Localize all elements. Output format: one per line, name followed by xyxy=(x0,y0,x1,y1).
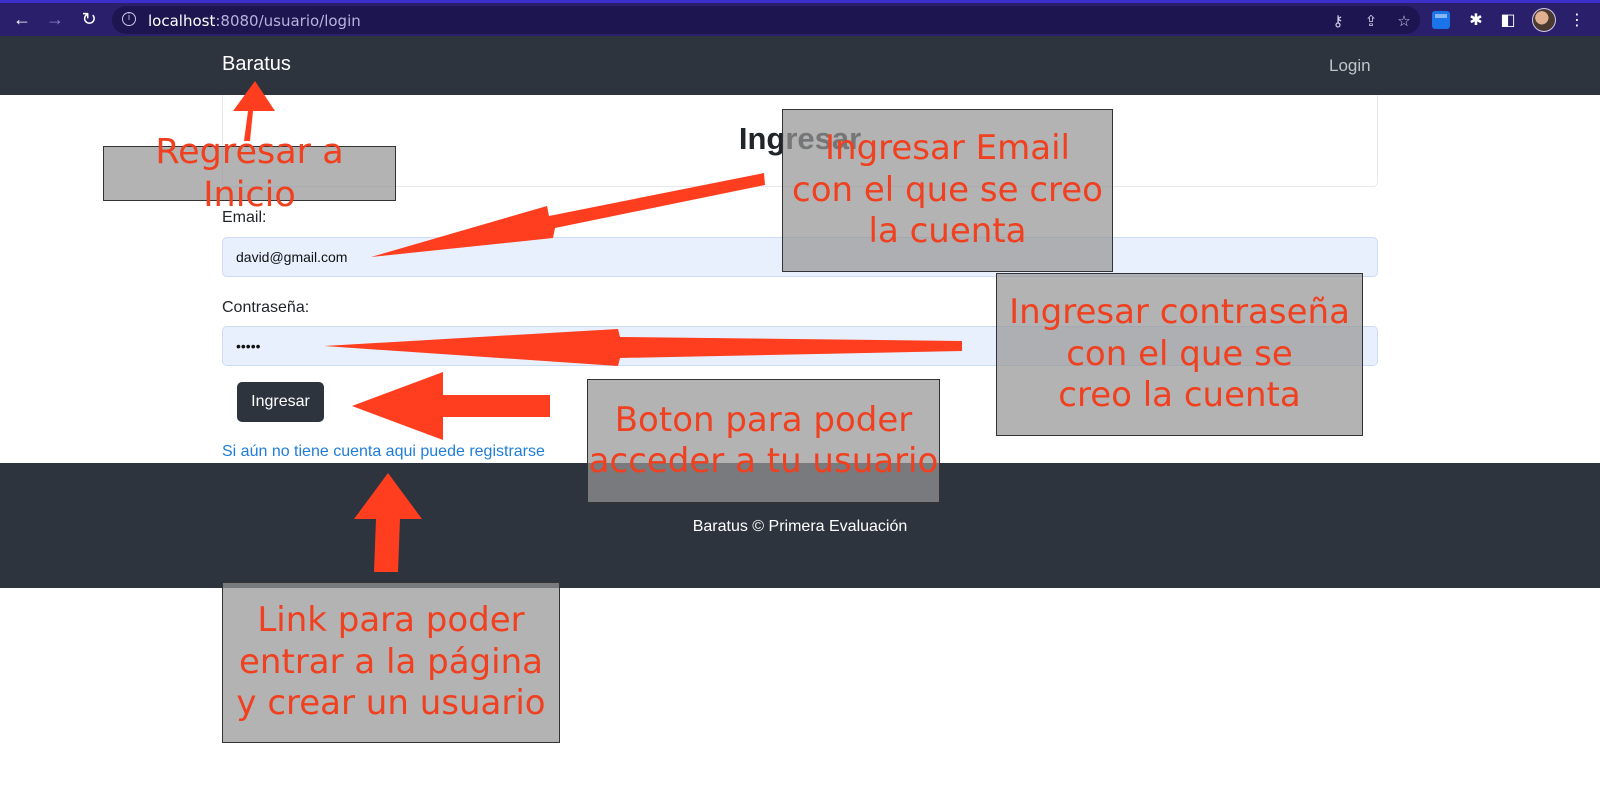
share-icon[interactable]: ⇪ xyxy=(1362,12,1380,30)
footer-text: Baratus © Primera Evaluación xyxy=(692,518,908,535)
address-bar[interactable]: i localhost:8080/usuario/login ⚷ ⇪ ☆ xyxy=(112,6,1420,34)
annotation-button-line1: Boton para poder xyxy=(614,399,913,440)
url-text[interactable]: localhost:8080/usuario/login xyxy=(148,12,361,30)
brand-link[interactable]: Baratus xyxy=(222,53,291,76)
puzzle-icon[interactable]: ✱ xyxy=(1465,9,1487,31)
annotation-button: Boton para poder acceder a tu usuario xyxy=(587,379,940,503)
login-nav-link[interactable]: Login xyxy=(1329,56,1371,76)
annotation-link-line3: y crear un usuario xyxy=(236,683,546,724)
extension-icon[interactable] xyxy=(1432,11,1450,29)
annotation-password-line2: con el que se xyxy=(1066,333,1293,374)
annotation-password-line1: Ingresar contraseña xyxy=(1009,292,1350,333)
app-navbar: Baratus Login xyxy=(0,36,1600,95)
browser-toolbar: ← → ↻ i localhost:8080/usuario/login ⚷ ⇪… xyxy=(0,0,1600,36)
forward-arrow-icon[interactable]: → xyxy=(44,8,66,30)
annotation-email-line2: con el que se creo xyxy=(792,169,1103,210)
annotation-email: Ingresar Email con el que se creo la cue… xyxy=(782,109,1113,272)
annotation-link-line2: entrar a la página xyxy=(239,641,543,682)
annotation-home-text: Regresar a Inicio xyxy=(155,131,344,215)
url-host: localhost xyxy=(148,12,216,30)
profile-avatar[interactable] xyxy=(1532,8,1556,32)
annotation-home: Regresar a Inicio xyxy=(103,132,396,215)
annotation-link: Link para poder entrar a la página y cre… xyxy=(222,582,560,743)
site-info-icon[interactable]: i xyxy=(122,12,136,26)
bookmark-star-icon[interactable]: ☆ xyxy=(1395,12,1413,30)
login-submit-button[interactable]: Ingresar xyxy=(237,382,324,422)
arrow-to-button xyxy=(352,372,550,440)
annotation-link-line1: Link para poder xyxy=(257,600,525,641)
password-label: Contraseña: xyxy=(222,299,310,316)
back-arrow-icon[interactable]: ← xyxy=(11,8,33,30)
url-path: :8080/usuario/login xyxy=(215,12,361,30)
annotation-button-line2: acceder a tu usuario xyxy=(588,441,939,481)
annotation-password: Ingresar contraseña con el que se creo l… xyxy=(996,273,1363,436)
menu-kebab-icon[interactable]: ⋮ xyxy=(1566,9,1588,31)
reload-icon[interactable]: ↻ xyxy=(78,8,100,30)
annotation-password-line3: creo la cuenta xyxy=(1058,375,1301,416)
register-link[interactable]: Si aún no tiene cuenta aqui puede regist… xyxy=(222,443,545,461)
annotation-email-line3: la cuenta xyxy=(868,211,1027,252)
side-panel-icon[interactable]: ◧ xyxy=(1497,9,1519,31)
annotation-email-line1: Ingresar Email xyxy=(825,128,1070,169)
key-icon[interactable]: ⚷ xyxy=(1329,12,1347,30)
